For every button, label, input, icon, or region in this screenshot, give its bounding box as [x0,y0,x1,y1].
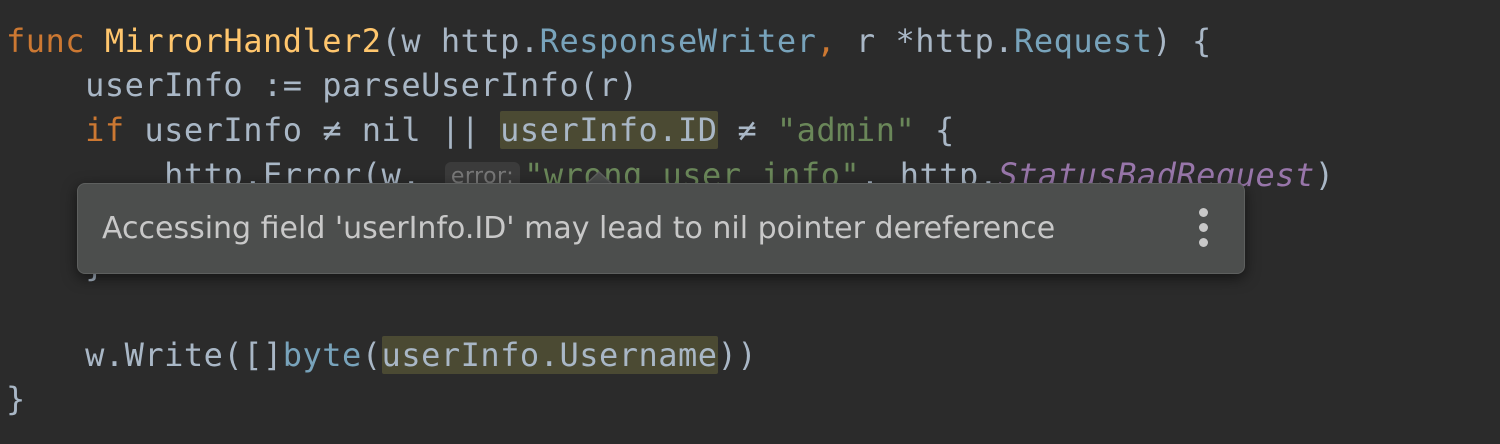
inspection-tooltip[interactable]: Accessing field 'userInfo.ID' may lead t… [77,183,1245,274]
code-token[interactable]: ) { [1152,22,1211,60]
code-token[interactable]: ( [362,336,382,374]
code-line-8[interactable]: w.Write([]byte(userInfo.Username)) [6,333,757,377]
code-token[interactable]: Request [1014,22,1152,60]
code-line-3[interactable]: if userInfo ≠ nil || userInfo.ID ≠ "admi… [6,108,955,152]
code-token[interactable]: , [816,22,856,60]
code-token[interactable]: (w http. [382,22,540,60]
code-token[interactable]: MirrorHandler2 [105,22,382,60]
code-token[interactable]: userInfo.ID [500,111,718,149]
code-token[interactable]: byte [283,336,362,374]
code-token[interactable]: userInfo := parseUserInfo(r) [6,66,639,104]
code-token[interactable]: r *http. [856,22,1014,60]
code-token[interactable]: } [6,380,26,418]
code-line-9[interactable]: } [6,377,26,421]
code-line-1[interactable]: func MirrorHandler2(w http.ResponseWrite… [6,19,1212,63]
code-token[interactable]: "admin" [777,111,915,149]
code-token[interactable]: ≠ [718,111,777,149]
more-vertical-icon[interactable] [1192,206,1216,250]
code-token[interactable]: w.Write([] [6,336,283,374]
code-token[interactable]: userInfo ≠ nil || [125,111,501,149]
code-token[interactable]: func [6,22,105,60]
code-token[interactable]: if [85,111,125,149]
code-token[interactable]: ResponseWriter [540,22,817,60]
code-token[interactable] [6,111,85,149]
code-token[interactable]: { [915,111,955,149]
code-token[interactable]: userInfo.Username [381,336,718,374]
tooltip-message: Accessing field 'userInfo.ID' may lead t… [102,211,1056,246]
code-line-2[interactable]: userInfo := parseUserInfo(r) [6,63,639,107]
code-token[interactable]: ) [1315,156,1335,194]
code-token[interactable]: )) [718,336,758,374]
